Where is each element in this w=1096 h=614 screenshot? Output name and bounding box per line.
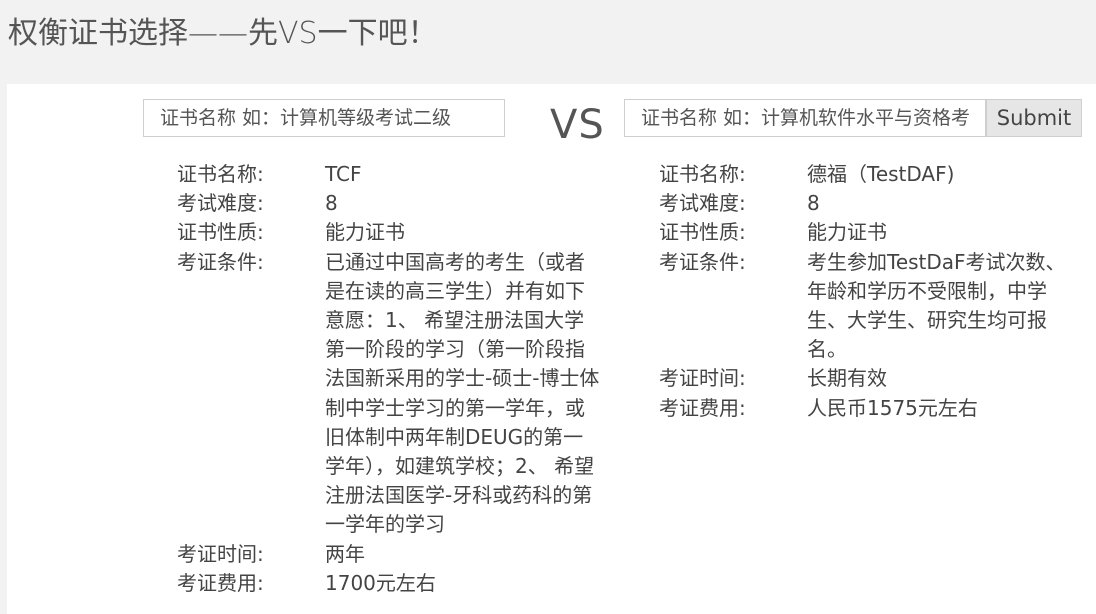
right-name-value: 德福（TestDAF) <box>807 162 955 186</box>
nature-label: 证书性质: <box>177 220 264 245</box>
nature-label: 证书性质: <box>659 220 746 245</box>
left-name-row: 证书名称: TCF <box>177 160 600 189</box>
difficulty-label: 考试难度: <box>659 191 746 216</box>
name-label: 证书名称: <box>177 162 264 186</box>
right-cert-search-input[interactable] <box>624 99 986 137</box>
left-nature-value: 能力证书 <box>325 220 405 245</box>
left-fee-value: 1700元左右 <box>325 570 436 595</box>
difficulty-label: 考试难度: <box>177 191 264 216</box>
left-time-row: 考证时间: 两年 <box>177 540 600 569</box>
fee-label: 考证费用: <box>659 395 746 420</box>
left-time-value: 两年 <box>325 541 365 566</box>
comparison-panel: VS Submit 证书名称: TCF 考试难度: 8 证书性质: 能力证书 考… <box>7 84 1096 614</box>
conditions-label: 考证条件: <box>659 249 746 274</box>
left-cert-search-input[interactable] <box>143 99 505 137</box>
left-conditions-value: 已通过中国高考的考生（或者是在读的高三学生）并有如下意愿：1、 希望注册法国大学… <box>325 249 600 537</box>
right-fee-row: 考证费用: 人民币1575元左右 <box>659 394 1082 423</box>
conditions-label: 考证条件: <box>177 249 264 274</box>
left-nature-row: 证书性质: 能力证书 <box>177 218 600 247</box>
right-nature-row: 证书性质: 能力证书 <box>659 218 1082 247</box>
name-label: 证书名称: <box>659 162 746 186</box>
fee-label: 考证费用: <box>177 570 264 595</box>
left-cert-info: 证书名称: TCF 考试难度: 8 证书性质: 能力证书 考证条件: 已通过中国… <box>177 160 600 598</box>
right-time-value: 长期有效 <box>807 366 887 391</box>
right-difficulty-value: 8 <box>807 191 820 216</box>
right-time-row: 考证时间: 长期有效 <box>659 364 1082 393</box>
left-name-value: TCF <box>325 162 362 186</box>
left-conditions-row: 考证条件: 已通过中国高考的考生（或者是在读的高三学生）并有如下意愿：1、 希望… <box>177 248 600 540</box>
submit-button[interactable]: Submit <box>986 99 1082 137</box>
vs-label: VS <box>550 102 605 148</box>
right-conditions-value: 考生参加TestDaF考试次数、年龄和学历不受限制，中学生、大学生、研究生均可报… <box>807 249 1066 362</box>
page-title: 权衡证书选择——先VS一下吧！ <box>8 16 438 51</box>
right-nature-value: 能力证书 <box>807 220 887 245</box>
right-fee-value: 人民币1575元左右 <box>807 395 978 420</box>
time-label: 考证时间: <box>177 541 264 566</box>
left-difficulty-row: 考试难度: 8 <box>177 189 600 218</box>
left-difficulty-value: 8 <box>325 191 338 216</box>
time-label: 考证时间: <box>659 366 746 391</box>
left-fee-row: 考证费用: 1700元左右 <box>177 569 600 598</box>
right-cert-info: 证书名称: 德福（TestDAF) 考试难度: 8 证书性质: 能力证书 考证条… <box>659 160 1082 423</box>
right-difficulty-row: 考试难度: 8 <box>659 189 1082 218</box>
right-conditions-row: 考证条件: 考生参加TestDaF考试次数、年龄和学历不受限制，中学生、大学生、… <box>659 248 1082 365</box>
right-name-row: 证书名称: 德福（TestDAF) <box>659 160 1082 189</box>
